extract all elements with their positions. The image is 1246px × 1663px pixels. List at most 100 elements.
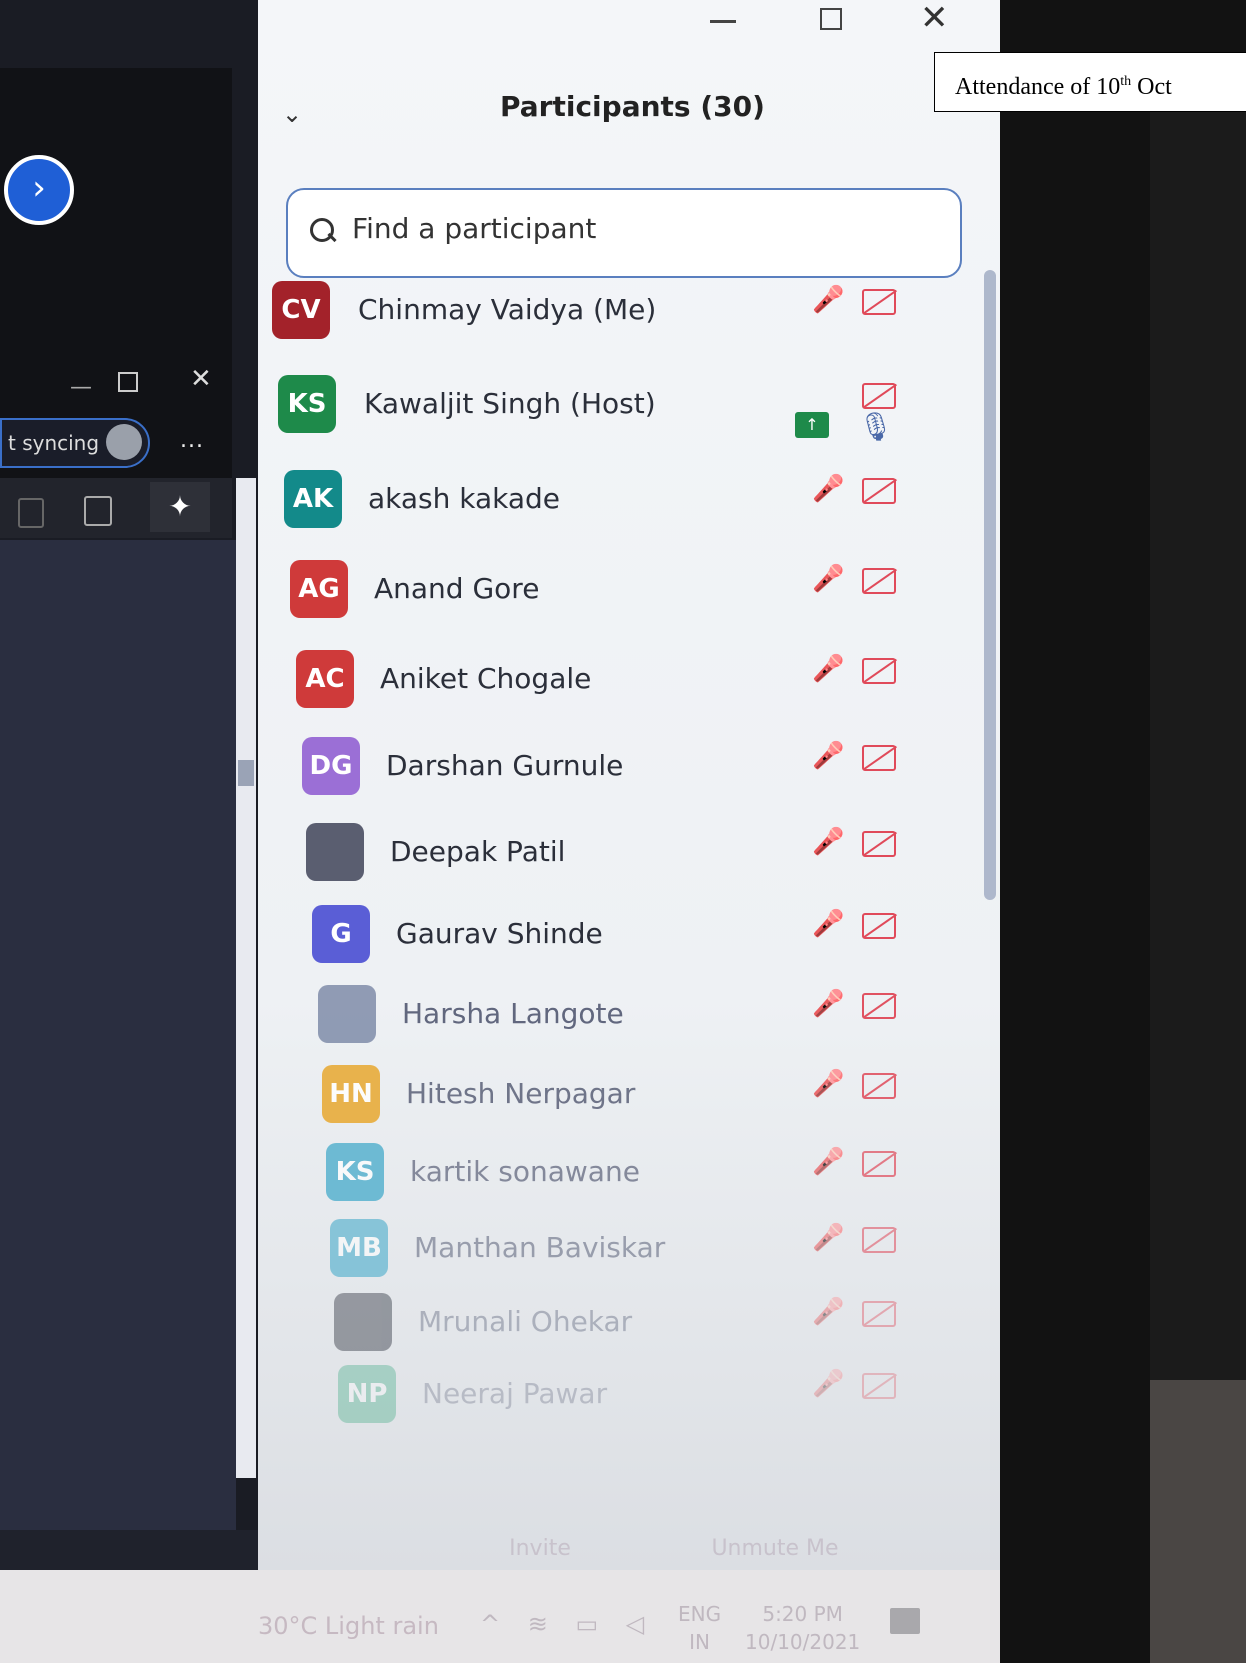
avatar: [318, 985, 376, 1043]
participant-name: Manthan Baviskar: [414, 1231, 666, 1264]
participant-name: Chinmay Vaidya (Me): [358, 293, 657, 326]
camera-off-icon: [862, 913, 896, 939]
participant-row[interactable]: DG Darshan Gurnule 🎤: [302, 737, 942, 817]
clock[interactable]: 5:20 PM 10/10/2021: [745, 1600, 860, 1656]
close-icon[interactable]: ✕: [920, 0, 949, 38]
restore-icon[interactable]: [820, 8, 842, 30]
microphone-icon: 🎙: [858, 410, 894, 443]
avatar: KS: [278, 375, 336, 433]
participant-row[interactable]: AC Aniket Chogale 🎤: [296, 650, 936, 730]
participant-row[interactable]: G Gaurav Shinde 🎤: [312, 905, 952, 985]
more-options-icon[interactable]: ...: [180, 428, 204, 453]
save-icon[interactable]: [18, 498, 44, 528]
participants-scrollbar[interactable]: [984, 270, 996, 900]
camera-off-icon: [862, 658, 896, 684]
participant-name: Kawaljit Singh (Host): [364, 387, 656, 420]
camera-off-icon: [862, 478, 896, 504]
share-screen-icon: ↑: [795, 412, 829, 438]
pin-icon[interactable]: ✦: [150, 482, 210, 532]
participant-name: Gaurav Shinde: [396, 917, 603, 950]
participant-name: Harsha Langote: [402, 997, 624, 1030]
participant-row[interactable]: CV Chinmay Vaidya (Me) 🎤: [272, 281, 912, 361]
participant-name: Anand Gore: [374, 572, 540, 605]
participant-row[interactable]: Harsha Langote 🎤: [318, 985, 958, 1065]
chevron-down-icon[interactable]: ⌄: [282, 100, 302, 128]
camera-off-icon: [862, 1073, 896, 1099]
participant-name: Neeraj Pawar: [422, 1377, 608, 1410]
caption-prefix: Attendance of 10: [955, 74, 1121, 100]
participant-row[interactable]: HN Hitesh Nerpagar 🎤: [322, 1065, 962, 1145]
muted-microphone-icon: 🎤: [812, 741, 845, 771]
avatar: KS: [326, 1143, 384, 1201]
muted-microphone-icon: 🎤: [812, 654, 845, 684]
region-code: IN: [689, 1630, 710, 1654]
language-code: ENG: [678, 1602, 722, 1626]
avatar: MB: [330, 1219, 388, 1277]
participant-row[interactable]: Deepak Patil 🎤: [306, 823, 946, 903]
participant-row[interactable]: AK akash kakade 🎤: [284, 470, 924, 550]
notification-icon[interactable]: [890, 1608, 920, 1634]
avatar: HN: [322, 1065, 380, 1123]
camera-off-icon: [862, 831, 896, 857]
camera-off-icon: [862, 1301, 896, 1327]
participant-row[interactable]: Mrunali Ohekar 🎤: [334, 1293, 974, 1373]
camera-off-icon: [862, 993, 896, 1019]
unmute-me-button[interactable]: Unmute Me: [690, 1528, 860, 1568]
search-input[interactable]: [352, 212, 932, 245]
avatar: CV: [272, 281, 330, 339]
muted-microphone-icon: 🎤: [812, 564, 845, 594]
clock-time: 5:20 PM: [762, 1602, 843, 1626]
participant-name: Deepak Patil: [390, 835, 566, 868]
participant-row[interactable]: AG Anand Gore 🎤: [290, 560, 930, 640]
language-indicator[interactable]: ENG IN: [678, 1600, 721, 1656]
participant-name: kartik sonawane: [410, 1155, 640, 1188]
participant-name: Darshan Gurnule: [386, 749, 624, 782]
muted-microphone-icon: 🎤: [812, 1147, 845, 1177]
panel-title: Participants (30): [500, 90, 765, 123]
minimize-icon[interactable]: [710, 20, 736, 23]
avatar: AC: [296, 650, 354, 708]
minimize-icon[interactable]: —: [70, 375, 92, 400]
system-tray-icons[interactable]: ^ ≋ ▭ ◁: [480, 1610, 654, 1638]
camera-off-icon: [862, 1227, 896, 1253]
scrollbar-thumb[interactable]: [238, 760, 254, 786]
close-icon[interactable]: ✕: [190, 364, 212, 394]
avatar: [334, 1293, 392, 1351]
camera-off-icon: [862, 383, 896, 409]
muted-microphone-icon: 🎤: [812, 474, 845, 504]
camera-off-icon: [862, 1373, 896, 1399]
maximize-icon[interactable]: [118, 372, 138, 392]
participant-row[interactable]: NP Neeraj Pawar 🎤: [338, 1365, 978, 1445]
participant-name: Mrunali Ohekar: [418, 1305, 633, 1338]
avatar[interactable]: [106, 424, 142, 460]
next-arrow-button[interactable]: ›: [4, 155, 74, 225]
participant-row[interactable]: KS kartik sonawane 🎤: [326, 1143, 966, 1223]
avatar: G: [312, 905, 370, 963]
caption-suffix: Oct: [1131, 74, 1172, 100]
participant-name: Hitesh Nerpagar: [406, 1077, 636, 1110]
edit-icon[interactable]: [84, 496, 112, 526]
muted-microphone-icon: 🎤: [812, 1223, 845, 1253]
muted-microphone-icon: 🎤: [812, 1297, 845, 1327]
muted-microphone-icon: 🎤: [812, 989, 845, 1019]
avatar: AG: [290, 560, 348, 618]
muted-microphone-icon: 🎤: [812, 1369, 845, 1399]
participant-row[interactable]: MB Manthan Baviskar 🎤: [330, 1219, 970, 1299]
muted-microphone-icon: 🎤: [812, 827, 845, 857]
clock-date: 10/10/2021: [745, 1630, 861, 1654]
camera-off-icon: [862, 745, 896, 771]
avatar: NP: [338, 1365, 396, 1423]
scrollbar[interactable]: [236, 478, 256, 1478]
avatar: [306, 823, 364, 881]
camera-off-icon: [862, 1151, 896, 1177]
avatar: DG: [302, 737, 360, 795]
camera-off-icon: [862, 289, 896, 315]
background-wall: [1150, 1380, 1246, 1663]
camera-off-icon: [862, 568, 896, 594]
muted-microphone-icon: 🎤: [812, 1069, 845, 1099]
invite-button[interactable]: Invite: [470, 1528, 610, 1568]
attendance-caption: Attendance of 10th Oct: [934, 52, 1246, 112]
weather-widget[interactable]: 30°C Light rain: [258, 1612, 439, 1640]
background-document-area: [0, 540, 236, 1530]
muted-microphone-icon: 🎤: [812, 285, 845, 315]
